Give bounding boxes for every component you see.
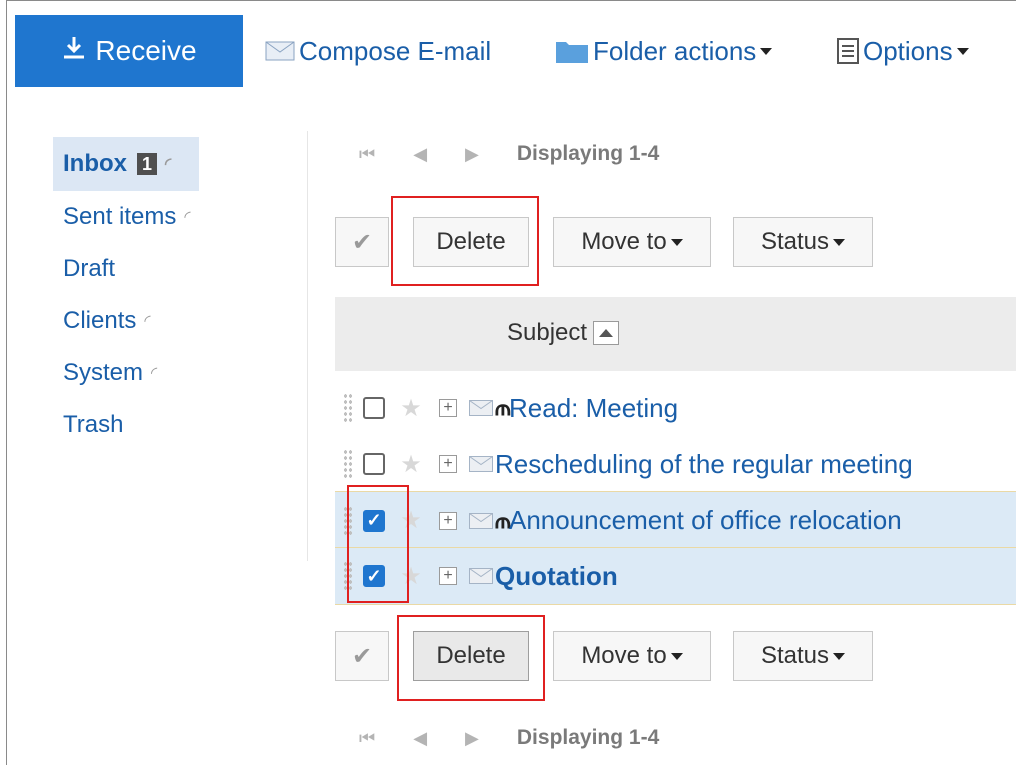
sidebar-item-label: Inbox [63,150,127,177]
sidebar-item-system[interactable]: System ◜ [53,347,293,399]
rss-icon: ◜ [144,313,151,330]
compose-email-link[interactable]: Compose E-mail [265,31,491,71]
pager-text: Displaying 1-4 [516,726,660,749]
unread-count-badge: 1 [137,153,157,175]
status-label: Status [760,642,830,669]
list-item[interactable]: ✓ ★ + ⫙ Announcement of office relocatio… [335,491,1016,549]
delete-label: Delete [436,642,506,669]
next-page-icon[interactable]: ▶ [465,728,479,749]
drag-handle-icon[interactable] [343,449,353,479]
sidebar-item-clients[interactable]: Clients ◜ [53,295,293,347]
move-to-button[interactable]: Move to [553,631,711,681]
chevron-down-icon [670,652,683,660]
envelope-icon [265,41,295,61]
sidebar-item-inbox[interactable]: Inbox 1 ◜ [53,137,199,191]
rss-icon: ◜ [184,209,191,226]
sidebar-item-sent-items[interactable]: Sent items ◜ [53,191,293,243]
sidebar-item-label: Draft [63,255,116,282]
star-icon[interactable]: ★ [399,450,423,479]
sidebar-item-label: Sent items [63,203,177,230]
sort-ascending-icon[interactable] [593,321,620,345]
envelope-icon [469,400,493,416]
first-page-icon[interactable]: ⏮ [359,144,375,165]
rss-icon: ◜ [151,365,158,382]
folder-icon [555,38,589,64]
subject-link[interactable]: Announcement of office relocation [509,505,902,536]
next-page-icon[interactable]: ▶ [465,144,479,165]
chevron-down-icon [833,238,846,246]
attachment-icon: ⫙ [495,507,511,533]
status-label: Status [760,228,830,255]
drag-handle-icon[interactable] [343,561,353,591]
row-checkbox[interactable]: ✓ [363,509,385,532]
pager-top: ⏮ ◀ ▶ Displaying 1-4 [359,139,659,169]
sidebar-item-draft[interactable]: Draft [53,243,293,295]
prev-page-icon[interactable]: ◀ [413,144,427,165]
move-to-label: Move to [581,642,667,669]
envelope-icon [469,512,493,529]
select-all-button[interactable]: ✔ [335,217,389,267]
delete-button[interactable]: Delete [413,631,529,681]
star-icon[interactable]: ★ [399,394,423,423]
rss-icon: ◜ [165,156,172,173]
sidebar-item-label: System [63,359,144,386]
expand-icon[interactable]: + [439,567,457,585]
status-button[interactable]: Status [733,631,873,681]
star-icon[interactable]: ★ [399,562,423,591]
pager-text: Displaying 1-4 [516,142,660,165]
folder-actions-label: Folder actions [593,35,757,66]
sidebar-item-label: Clients [63,307,137,334]
download-icon [61,35,87,68]
first-page-icon[interactable]: ⏮ [359,728,375,749]
checkmark-icon: ✔ [351,228,373,256]
attachment-icon: ⫙ [495,395,511,420]
list-header: Subject [335,297,1016,371]
row-checkbox[interactable]: ✓ [363,565,385,587]
subject-header-label: Subject [507,319,588,346]
drag-handle-icon[interactable] [343,393,353,423]
folder-sidebar: Inbox 1 ◜ Sent items ◜ Draft Clients ◜ S… [53,137,293,451]
drag-handle-icon[interactable] [343,505,353,536]
row-checkbox[interactable] [363,453,385,475]
folder-actions-menu[interactable]: Folder actions [555,31,773,71]
expand-icon[interactable]: + [439,511,457,530]
chevron-down-icon [833,652,846,660]
sidebar-item-trash[interactable]: Trash [53,399,293,451]
sidebar-item-label: Trash [63,411,124,438]
compose-email-label: Compose E-mail [299,35,492,66]
chevron-down-icon [760,47,773,55]
list-item[interactable]: ★ + Rescheduling of the regular meeting [335,435,1016,493]
chevron-down-icon [956,47,969,55]
chevron-down-icon [670,238,683,246]
expand-icon[interactable]: + [439,455,457,473]
delete-label: Delete [436,228,506,255]
subject-link[interactable]: Read: Meeting [509,393,678,424]
move-to-button[interactable]: Move to [553,217,711,267]
receive-label: Receive [95,35,197,66]
options-menu[interactable]: Options [837,31,969,71]
pager-bottom: ⏮ ◀ ▶ Displaying 1-4 [359,723,659,753]
sidebar-divider [307,131,308,561]
envelope-icon [469,568,493,584]
options-label: Options [863,35,953,66]
mail-window: Receive Compose E-mail Folder actions Op… [6,0,1016,765]
receive-button[interactable]: Receive [15,15,243,87]
list-item[interactable]: ✓ ★ + Quotation [335,547,1016,605]
select-all-button[interactable]: ✔ [335,631,389,681]
status-button[interactable]: Status [733,217,873,267]
subject-link[interactable]: Quotation [495,561,618,592]
checkmark-icon: ✔ [351,642,373,670]
move-to-label: Move to [581,228,667,255]
list-icon [837,38,859,64]
delete-button[interactable]: Delete [413,217,529,267]
star-icon[interactable]: ★ [399,506,423,535]
list-item[interactable]: ★ + ⫙ Read: Meeting [335,379,1016,437]
subject-link[interactable]: Rescheduling of the regular meeting [495,449,913,480]
prev-page-icon[interactable]: ◀ [413,728,427,749]
envelope-icon [469,456,493,472]
subject-column-header[interactable]: Subject [507,319,620,347]
row-checkbox[interactable] [363,397,385,419]
expand-icon[interactable]: + [439,399,457,417]
